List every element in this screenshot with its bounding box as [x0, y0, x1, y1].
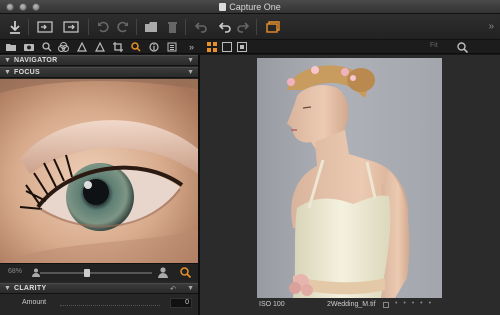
- panel-menu-icon[interactable]: ▼: [187, 285, 194, 292]
- fit-label: Fit: [430, 42, 438, 49]
- single-view-icon[interactable]: [221, 42, 232, 52]
- grid-view-icon[interactable]: [206, 42, 217, 52]
- exposure-tab-icon[interactable]: [76, 42, 87, 52]
- compare-view-icon[interactable]: [236, 42, 247, 52]
- undo-all-button[interactable]: [192, 18, 210, 36]
- import-button[interactable]: [6, 18, 24, 36]
- clarity-title: CLARITY: [14, 285, 47, 292]
- rotate-left-button[interactable]: [94, 18, 112, 36]
- window-title-text: Capture One: [229, 2, 281, 12]
- focus-header[interactable]: ▼ FOCUS ▼: [0, 67, 198, 78]
- panel-menu-icon[interactable]: ▼: [187, 57, 194, 64]
- collapse-triangle-icon[interactable]: ▼: [4, 69, 11, 76]
- trash-icon: [167, 21, 177, 33]
- focus-loupe-icon[interactable]: [180, 267, 191, 278]
- redo-button[interactable]: [234, 18, 252, 36]
- select-checkbox[interactable]: [383, 302, 389, 308]
- toolbar-separator: [136, 19, 137, 35]
- viewer-caption: ISO 100 2Wedding_M.tif • • • • •: [257, 300, 442, 312]
- toolbar-separator: [185, 19, 186, 35]
- reset-icon[interactable]: ↶: [170, 285, 176, 293]
- batch-tab-icon[interactable]: [166, 42, 177, 52]
- toolbar-separator: [256, 19, 257, 35]
- focus-zoom-slider[interactable]: [40, 269, 152, 277]
- import-icon: [10, 21, 20, 34]
- metadata-tab-icon[interactable]: [148, 42, 159, 52]
- rotate-right-button[interactable]: [114, 18, 132, 36]
- focus-zoom-slider-knob[interactable]: [84, 269, 90, 277]
- rotate-right-icon: [117, 21, 128, 33]
- navigator-title: NAVIGATOR: [14, 57, 58, 64]
- toolbar-separator: [28, 19, 29, 35]
- clarity-header[interactable]: ▼ CLARITY ↶ ▼: [0, 283, 198, 294]
- focus-preview[interactable]: [0, 79, 198, 263]
- focus-zoom-bar: 68%: [0, 263, 198, 281]
- panel-menu-icon[interactable]: ▼: [187, 69, 194, 76]
- person-large-icon[interactable]: [158, 267, 168, 278]
- filename: 2Wedding_M.tif: [327, 301, 376, 308]
- navigator-header[interactable]: ▼ NAVIGATOR ▼: [0, 55, 198, 66]
- lens-tab-icon[interactable]: [94, 42, 105, 52]
- capture-tab-icon[interactable]: [23, 42, 34, 52]
- trash-button[interactable]: [163, 18, 181, 36]
- color-tab-icon[interactable]: [58, 42, 69, 52]
- browse-button[interactable]: [36, 18, 54, 36]
- collapse-triangle-icon[interactable]: ▼: [4, 57, 11, 64]
- redo-icon: [237, 22, 249, 33]
- title-bar: Capture One: [0, 0, 500, 14]
- loupe-icon[interactable]: [456, 41, 468, 53]
- focus-zoom-value: 68%: [8, 268, 23, 275]
- toolbar-overflow-icon[interactable]: »: [488, 21, 494, 32]
- undo-icon: [195, 22, 207, 33]
- export-icon: [63, 21, 79, 33]
- person-small-icon[interactable]: [32, 268, 40, 277]
- details-tab-icon[interactable]: [130, 42, 141, 52]
- tabs-overflow-icon[interactable]: »: [186, 42, 197, 52]
- bride-photo-image: [287, 65, 410, 298]
- browse-icon: [37, 21, 53, 33]
- collapse-triangle-icon[interactable]: ▼: [4, 285, 11, 292]
- crop-tab-icon[interactable]: [112, 42, 123, 52]
- search-tab-icon[interactable]: [41, 42, 52, 52]
- undo-icon: [219, 22, 231, 33]
- clarity-amount-slider[interactable]: [60, 305, 160, 306]
- image-viewer: ISO 100 2Wedding_M.tif • • • • •: [200, 55, 500, 315]
- clarity-amount-row: Amount 0: [0, 296, 198, 315]
- viewer-photo[interactable]: [257, 58, 442, 298]
- library-tab-icon[interactable]: [5, 42, 16, 52]
- main-toolbar: »: [0, 14, 500, 40]
- iso-value: ISO 100: [259, 301, 285, 308]
- window-icon: [266, 21, 280, 33]
- window-layout-button[interactable]: [264, 18, 282, 36]
- new-folder-icon: [145, 22, 157, 32]
- clarity-amount-field[interactable]: 0: [170, 298, 192, 308]
- clarity-amount-label: Amount: [22, 299, 47, 306]
- undo-button[interactable]: [216, 18, 234, 36]
- focus-title: FOCUS: [14, 69, 40, 76]
- export-button[interactable]: [62, 18, 80, 36]
- toolbar-separator: [88, 19, 89, 35]
- window-title: Capture One: [0, 2, 500, 12]
- app-icon: [219, 3, 227, 11]
- tool-tab-bar: » Fit: [0, 40, 500, 54]
- rotate-left-icon: [98, 21, 109, 33]
- new-folder-button[interactable]: [142, 18, 160, 36]
- rating-dots[interactable]: • • • • •: [395, 300, 433, 307]
- eye-closeup-image: [0, 79, 198, 263]
